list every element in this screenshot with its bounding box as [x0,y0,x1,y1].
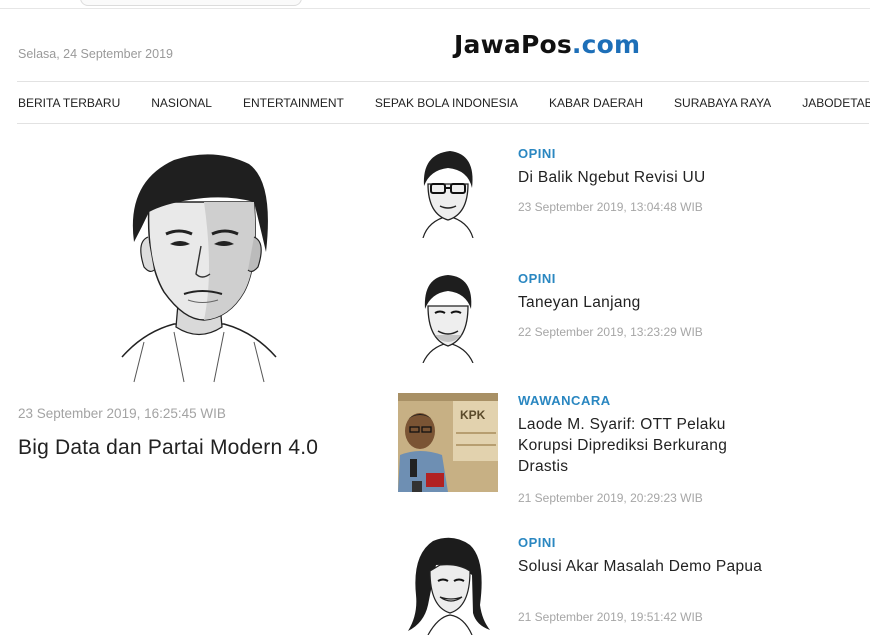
article-thumbnail[interactable]: KPK [398,393,498,492]
article-timestamp: 23 September 2019, 13:04:48 WIB [518,200,703,214]
article-item[interactable]: OPINI Taneyan Lanjang 22 September 2019,… [398,271,868,366]
article-title[interactable]: Laode M. Syarif: OTT Pelaku Korupsi Dipr… [518,414,768,477]
caricature-man-icon [422,275,474,364]
article-timestamp: 21 September 2019, 20:29:23 WIB [518,491,703,505]
site-logo[interactable]: JawaPos.com [454,30,640,59]
address-bar[interactable] [80,0,302,6]
nav-item-jabodetabek[interactable]: JABODETABEK [802,96,870,110]
svg-text:KPK: KPK [460,408,486,422]
logo-suffix-text: .com [571,30,641,59]
article-category[interactable]: OPINI [518,271,556,286]
nav-item-entertainment[interactable]: ENTERTAINMENT [243,96,344,110]
caricature-glasses-icon [422,151,474,239]
article-timestamp: 21 September 2019, 19:51:42 WIB [518,610,703,624]
article-item[interactable]: KPK WAWANCARA Laode M. Syarif: OTT Pelak… [398,393,868,505]
nav-item-surabaya-raya[interactable]: SURABAYA RAYA [674,96,771,110]
nav-item-sepak-bola-indonesia[interactable]: SEPAK BOLA INDONESIA [375,96,518,110]
article-category[interactable]: OPINI [518,535,556,550]
nav-item-nasional[interactable]: NASIONAL [151,96,212,110]
featured-timestamp: 23 September 2019, 16:25:45 WIB [18,406,226,421]
featured-portrait-icon [121,154,277,383]
article-category[interactable]: WAWANCARA [518,393,611,408]
article-thumbnail[interactable] [398,146,498,239]
featured-image[interactable] [104,142,294,387]
article-thumbnail[interactable] [398,271,498,364]
browser-top-edge [0,0,870,9]
photo-kpk-icon: KPK [398,393,498,492]
article-thumbnail[interactable] [398,535,498,636]
article-item[interactable]: OPINI Solusi Akar Masalah Demo Papua 21 … [398,535,868,636]
header-date: Selasa, 24 September 2019 [18,47,173,61]
article-item[interactable]: OPINI Di Balik Ngebut Revisi UU 23 Septe… [398,146,868,241]
article-title[interactable]: Di Balik Ngebut Revisi UU [518,167,768,188]
main-nav: BERITA TERBARU NASIONAL ENTERTAINMENT SE… [18,82,870,123]
article-title[interactable]: Solusi Akar Masalah Demo Papua [518,556,768,577]
article-timestamp: 22 September 2019, 13:23:29 WIB [518,325,703,339]
nav-item-kabar-daerah[interactable]: KABAR DAERAH [549,96,643,110]
logo-main-text: JawaPos [454,30,572,59]
nav-item-berita-terbaru[interactable]: BERITA TERBARU [18,96,120,110]
caricature-woman-icon [408,537,490,636]
article-category[interactable]: OPINI [518,146,556,161]
featured-title[interactable]: Big Data dan Partai Modern 4.0 [18,436,318,460]
nav-divider-bottom [17,123,869,124]
article-title[interactable]: Taneyan Lanjang [518,292,768,313]
